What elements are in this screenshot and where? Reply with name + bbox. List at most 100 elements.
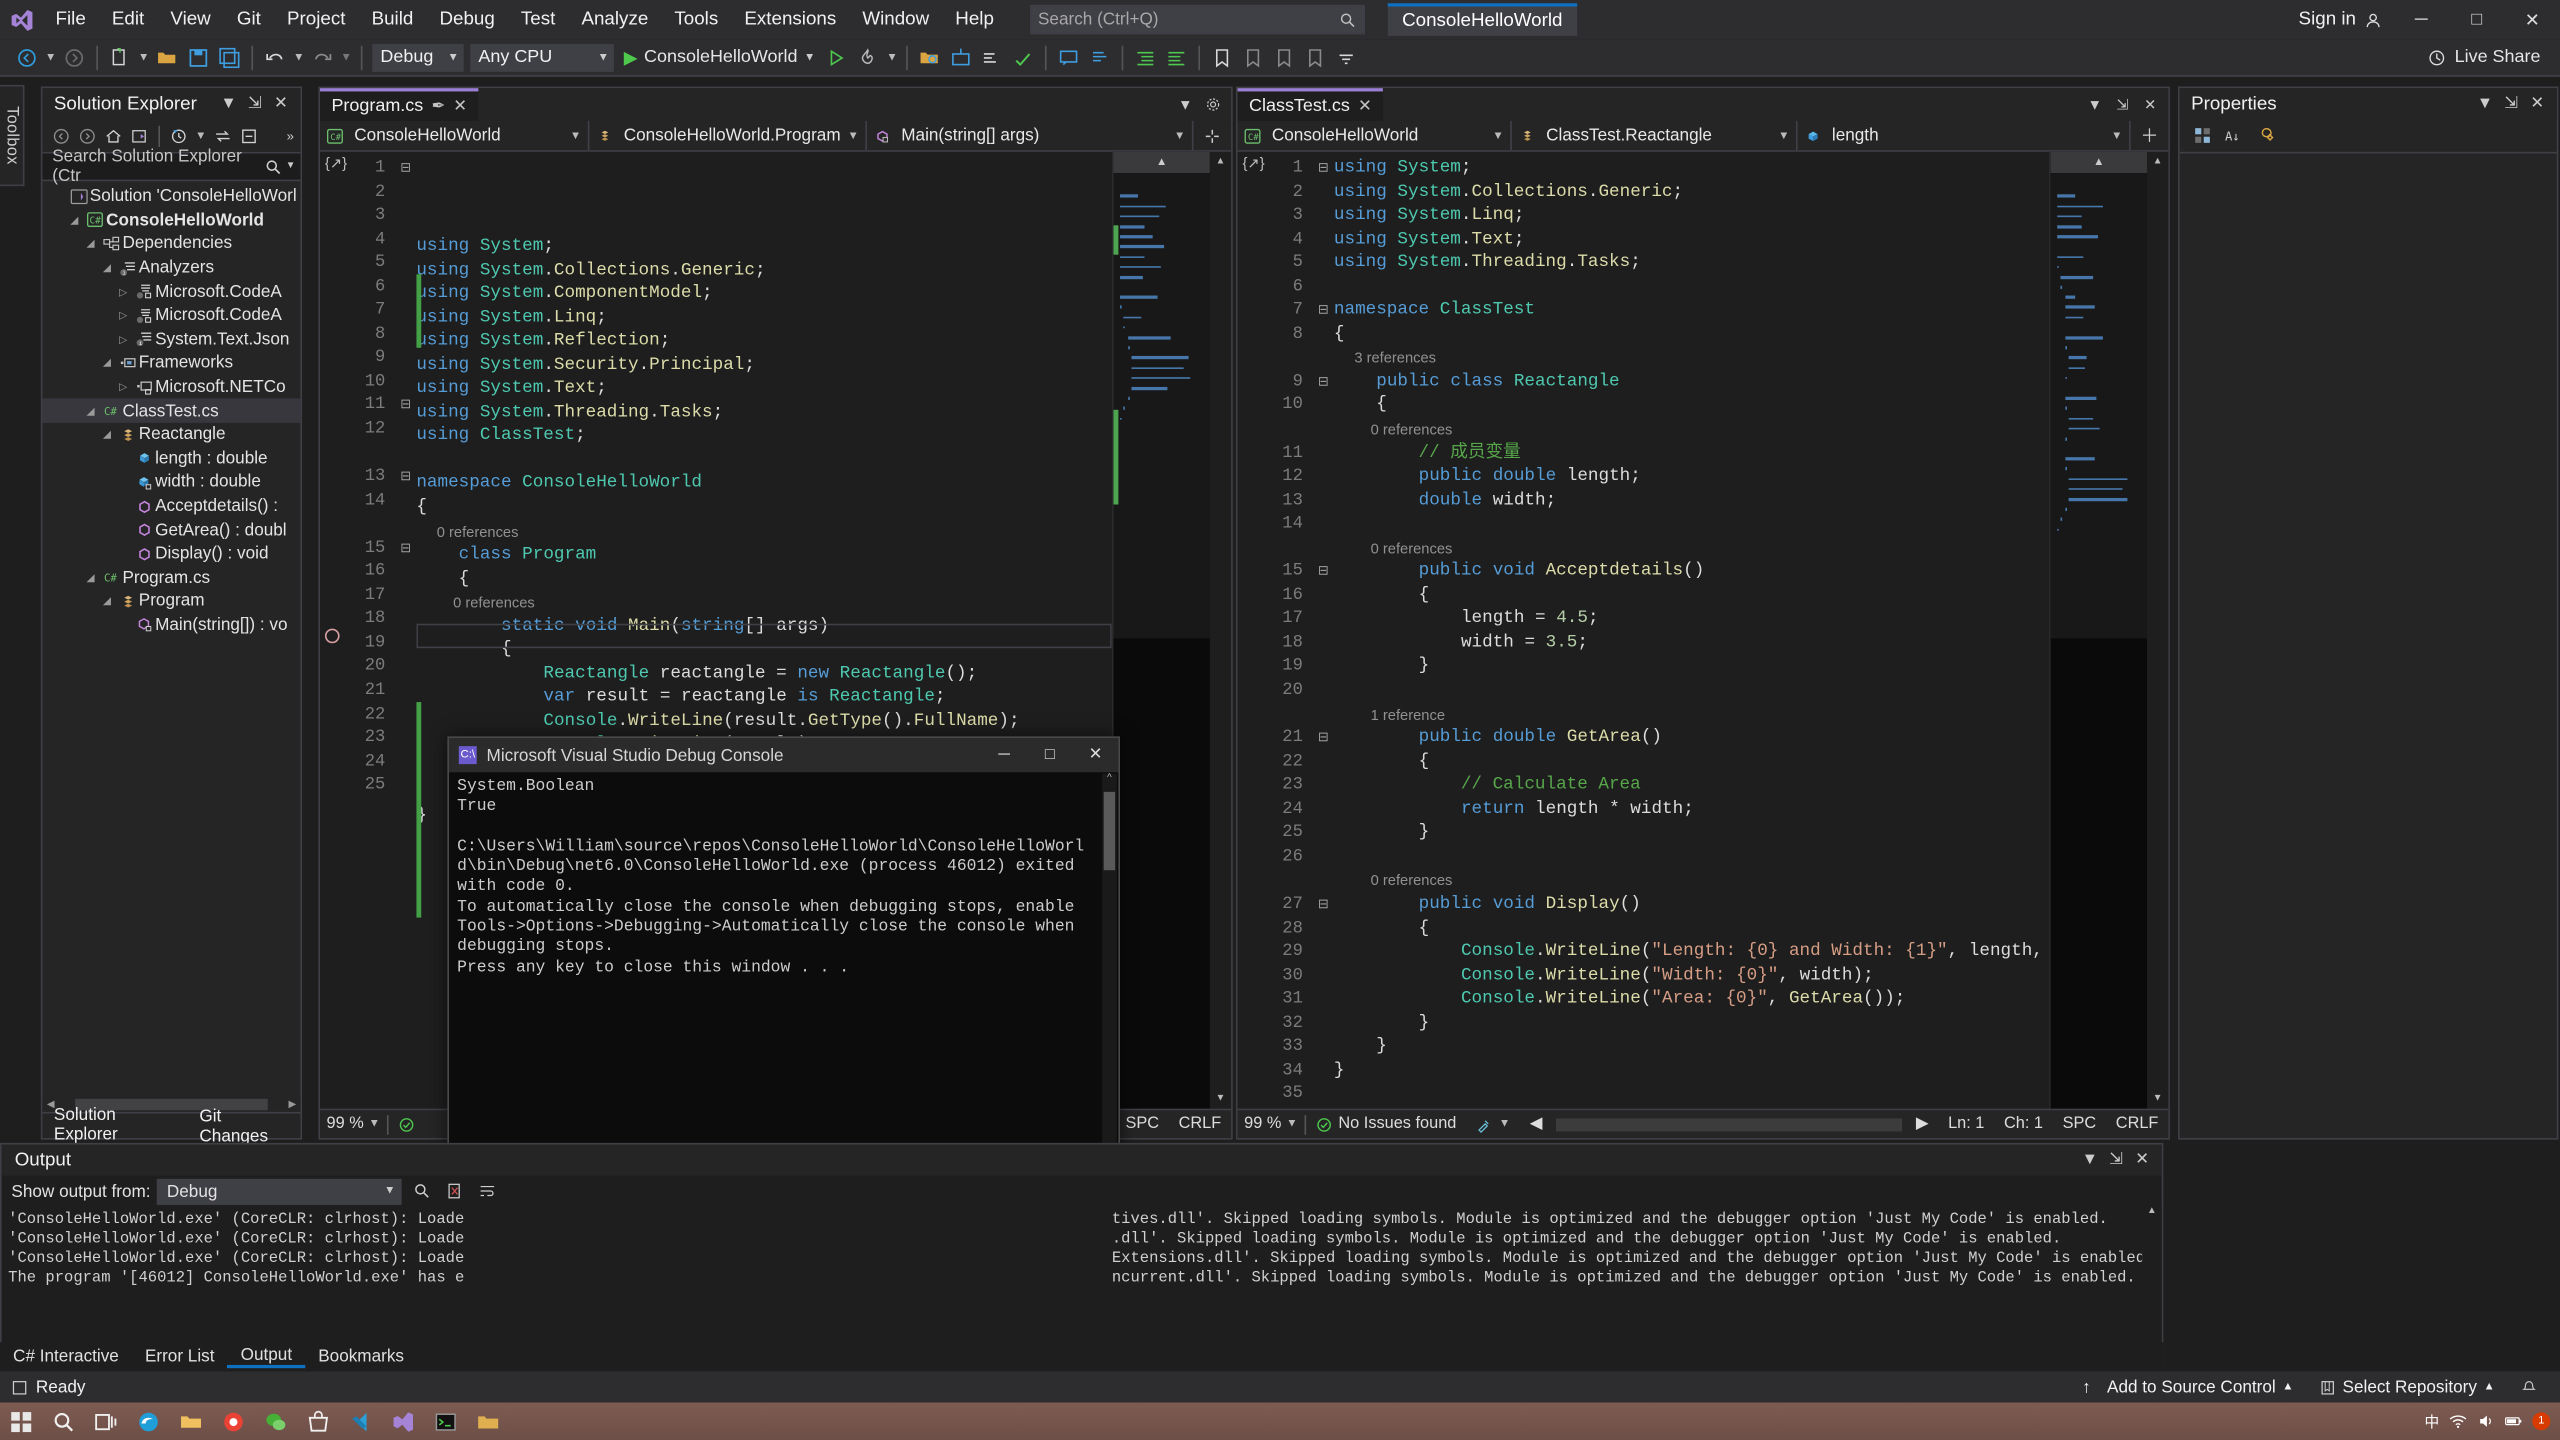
menu-test[interactable]: Test: [508, 5, 569, 34]
editor-right-line-ending[interactable]: CRLF: [2106, 1115, 2168, 1133]
menu-file[interactable]: File: [42, 5, 98, 34]
fold-toggle-icon[interactable]: ⊟: [395, 465, 416, 489]
expander-icon[interactable]: ◢: [98, 357, 116, 370]
code-line[interactable]: using System.Threading.Tasks;: [416, 401, 1112, 425]
tree-item-frameworks[interactable]: ◢Frameworks: [42, 351, 300, 375]
scroll-up-icon[interactable]: ▲: [2147, 152, 2168, 172]
pin-icon[interactable]: ⇲: [2111, 90, 2134, 119]
quick-search-input[interactable]: Search (Ctrl+Q): [1030, 5, 1365, 34]
minimap-viewport[interactable]: [2051, 173, 2147, 638]
forward-arrow-icon[interactable]: [59, 39, 90, 75]
tree-item-microsoft-codea[interactable]: ▷Microsoft.CodeA: [42, 280, 300, 304]
code-line[interactable]: Console.WriteLine("Width: {0}", width);: [1334, 964, 2049, 988]
editor-left-line-ending[interactable]: CRLF: [1169, 1115, 1231, 1133]
code-line[interactable]: using System.Reflection;: [416, 330, 1112, 354]
editor-right-minimap[interactable]: ▲: [2049, 152, 2147, 1109]
editor-right-zoom-select[interactable]: 99 % ▼: [1238, 1115, 1305, 1133]
fold-toggle-icon[interactable]: ⊟: [1313, 727, 1334, 751]
split-editor-icon[interactable]: ⊹: [1194, 121, 1232, 150]
sync-icon[interactable]: [211, 122, 235, 148]
code-line[interactable]: public void Display(): [1334, 893, 2049, 917]
code-line[interactable]: using System;: [416, 235, 1112, 259]
editor-right-code-area[interactable]: {↗} 12345678 910 11121314 151617181920 2…: [1238, 152, 2169, 1109]
search-options-caret-icon[interactable]: ▼: [286, 162, 296, 172]
editor-right-hscroll-left-icon[interactable]: ◀: [1520, 1115, 1552, 1133]
minimap-scroll-up-icon[interactable]: ▲: [2051, 152, 2147, 173]
nav-type-select[interactable]: ConsoleHelloWorld.Program ▼: [589, 121, 867, 150]
tree-item-length-double[interactable]: length : double: [42, 447, 300, 471]
fold-toggle-icon[interactable]: ⊟: [1313, 370, 1334, 394]
back-icon[interactable]: [49, 122, 73, 148]
editor-right-indent-mode[interactable]: SPC: [2053, 1115, 2106, 1133]
notifications-bell-icon[interactable]: [2511, 1371, 2547, 1402]
output-panel-vscrollbar[interactable]: ▲: [2142, 1207, 2162, 1344]
vscode-icon[interactable]: [340, 1402, 382, 1440]
menu-analyze[interactable]: Analyze: [568, 5, 661, 34]
properties-icon[interactable]: [2251, 122, 2277, 148]
tab-solution-explorer[interactable]: Solution Explorer: [42, 1105, 188, 1147]
code-line[interactable]: // Calculate Area: [1334, 774, 2049, 798]
menu-extensions[interactable]: Extensions: [731, 5, 849, 34]
scroll-up-icon[interactable]: ^: [1102, 774, 1117, 790]
code-line[interactable]: class Program: [416, 544, 1112, 568]
code-line[interactable]: public class Reactangle: [1334, 370, 2049, 394]
scroll-thumb[interactable]: [1104, 792, 1115, 870]
code-line[interactable]: using System.Collections.Generic;: [1334, 180, 2049, 204]
chevron-down-icon[interactable]: ▼: [2472, 91, 2498, 117]
code-line[interactable]: Console.WriteLine(result.GetType().FullN…: [416, 710, 1112, 734]
fold-toggle-icon[interactable]: ⊟: [395, 157, 416, 181]
code-line[interactable]: }: [1334, 656, 2049, 680]
back-arrow-icon[interactable]: [11, 39, 42, 75]
code-line[interactable]: // 成员变量: [1334, 442, 2049, 466]
editor-left-glyph-margin[interactable]: {↗}: [320, 152, 346, 1109]
pending-changes-caret-icon[interactable]: ▼: [193, 130, 209, 141]
tree-item-display-void[interactable]: Display() : void: [42, 542, 300, 566]
menu-build[interactable]: Build: [359, 5, 427, 34]
store-icon[interactable]: [297, 1402, 339, 1440]
tab-git-changes[interactable]: Git Changes: [188, 1106, 300, 1145]
editor-right-glyph-margin[interactable]: {↗}: [1238, 152, 1264, 1109]
codelens-reference-count[interactable]: 1 reference: [1334, 703, 2049, 727]
nav-project-select[interactable]: C# ConsoleHelloWorld ▼: [320, 121, 589, 150]
scroll-up-icon[interactable]: ▲: [2142, 1207, 2162, 1227]
editor-right-hscrollbar[interactable]: [1555, 1118, 1902, 1131]
expander-icon[interactable]: ▷: [114, 380, 132, 393]
collapse-all-outlining-icon[interactable]: {↗}: [325, 155, 347, 173]
close-icon[interactable]: ✕: [268, 91, 294, 117]
expander-icon[interactable]: ◢: [98, 261, 116, 274]
folder-icon[interactable]: [467, 1402, 509, 1440]
editor-left-minimap[interactable]: ▲: [1112, 152, 1210, 1109]
build-configuration-select[interactable]: Debug ▼: [372, 43, 463, 71]
hot-reload-icon[interactable]: [853, 39, 884, 75]
editor-right-issues-status[interactable]: No Issues found: [1306, 1115, 1466, 1133]
editor-left-vertical-scrollbar[interactable]: ▲ ▼: [1210, 152, 1231, 1109]
tab-output[interactable]: Output: [228, 1345, 306, 1368]
code-line[interactable]: return length * width;: [1334, 798, 2049, 822]
tab-list-chevron-icon[interactable]: ▼: [1174, 90, 1197, 119]
code-line[interactable]: namespace ConsoleHelloWorld: [416, 473, 1112, 497]
menu-view[interactable]: View: [157, 5, 223, 34]
expander-icon[interactable]: ▷: [114, 333, 132, 346]
visual-studio-icon[interactable]: [382, 1402, 424, 1440]
attach-process-icon[interactable]: [946, 39, 977, 75]
tree-item-reactangle[interactable]: ◢Reactangle: [42, 423, 300, 447]
chevron-down-icon[interactable]: ▼: [216, 91, 242, 117]
code-line[interactable]: using System.Threading.Tasks;: [1334, 252, 2049, 276]
select-repository-button[interactable]: Select Repository ▲: [2310, 1371, 2505, 1402]
fold-toggle-icon[interactable]: ⊟: [1313, 299, 1334, 323]
solution-view-icon[interactable]: [127, 122, 151, 148]
find-message-icon[interactable]: [409, 1178, 435, 1204]
codelens-reference-count[interactable]: 0 references: [416, 591, 1112, 615]
fold-toggle-icon[interactable]: ⊟: [395, 394, 416, 418]
tab-error-list[interactable]: Error List: [132, 1347, 228, 1367]
battery-icon[interactable]: [2505, 1412, 2523, 1430]
indent-icon[interactable]: [1130, 39, 1161, 75]
start-icon[interactable]: [0, 1402, 42, 1440]
live-share-button[interactable]: Live Share: [2409, 47, 2560, 67]
tab-program-cs[interactable]: Program.cs ✒ ✕: [320, 88, 478, 121]
split-editor-icon[interactable]: ＋: [2131, 121, 2169, 150]
add-to-source-control-button[interactable]: Add to Source Control ▲: [2097, 1371, 2303, 1402]
editor-left-health-icon[interactable]: [388, 1116, 424, 1132]
code-line[interactable]: Console.WriteLine("Length: {0} and Width…: [1334, 941, 2049, 965]
overflow-icon[interactable]: »: [287, 128, 294, 143]
